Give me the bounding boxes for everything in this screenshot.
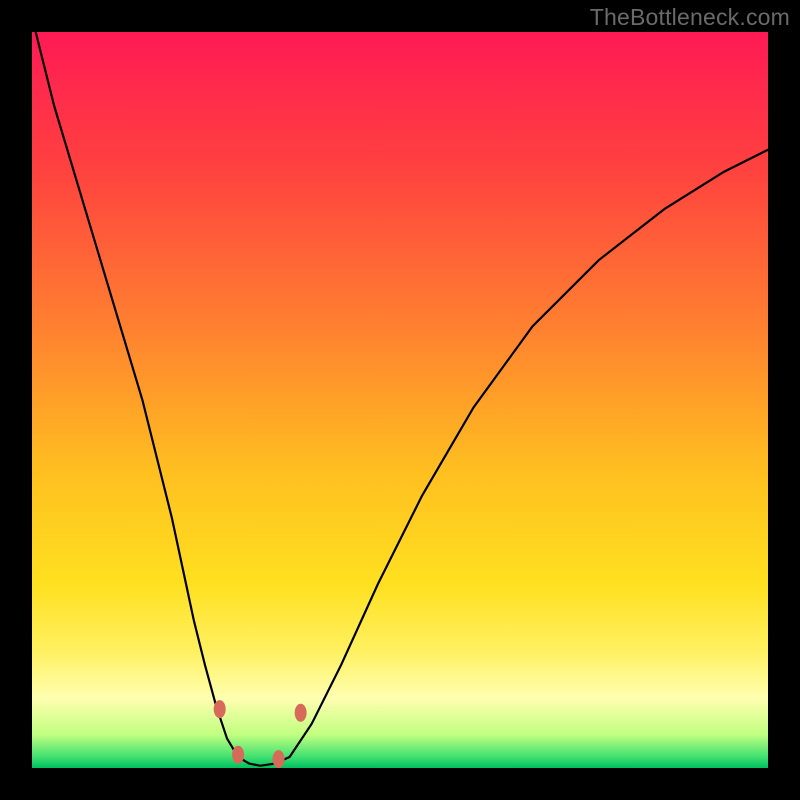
watermark-text: TheBottleneck.com bbox=[590, 4, 790, 31]
trough-marker bbox=[214, 700, 226, 718]
trough-marker bbox=[232, 746, 244, 764]
chart-frame bbox=[32, 32, 768, 768]
trough-marker bbox=[273, 750, 285, 768]
trough-marker bbox=[295, 704, 307, 722]
bottleneck-curve-chart bbox=[32, 32, 768, 768]
